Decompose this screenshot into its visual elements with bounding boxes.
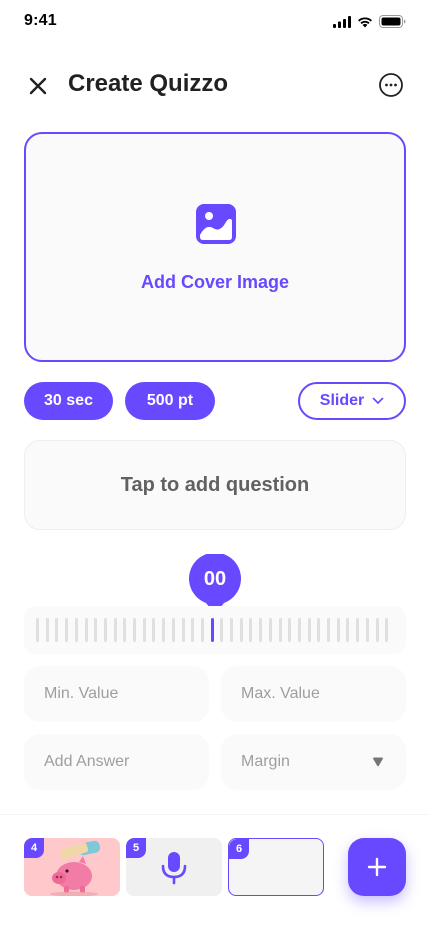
plus-icon: [367, 857, 387, 877]
slide-number-5: 5: [126, 838, 146, 858]
slider-tick: [278, 618, 282, 642]
add-answer-placeholder: Add Answer: [44, 753, 130, 770]
caret-down-icon: [373, 757, 383, 767]
slider-value-label: 00: [203, 568, 227, 590]
page-title: Create Quizzo: [68, 70, 229, 97]
slider-tick: [249, 618, 253, 642]
divider: [0, 814, 430, 815]
slider-tick: [288, 618, 292, 642]
slider-tick: [84, 618, 88, 642]
slider-tick: [142, 618, 146, 642]
slider-tick: [65, 618, 69, 642]
add-answer-field[interactable]: Add Answer: [24, 734, 209, 790]
wifi-icon: [358, 16, 372, 27]
close-icon: [29, 77, 47, 95]
status-time: 9:41: [24, 12, 57, 29]
slider-tick: [317, 618, 321, 642]
min-value-placeholder: Min. Value: [44, 685, 119, 702]
min-value-field[interactable]: Min. Value: [24, 666, 209, 722]
status-bar: 9:41: [0, 0, 430, 44]
time-limit-chip[interactable]: 30 sec: [24, 382, 113, 420]
cellular-signal-icon: [333, 15, 351, 28]
add-slide-button[interactable]: [348, 838, 406, 896]
close-button[interactable]: [24, 72, 52, 100]
slide-thumbnail-6[interactable]: 6: [228, 838, 324, 896]
chevron-down-icon: [372, 397, 384, 404]
slide-thumbnail-4[interactable]: 4: [24, 838, 120, 896]
slider-tick: [94, 618, 98, 642]
slider-track[interactable]: [24, 606, 406, 654]
points-label: 500 pt: [146, 392, 194, 409]
more-options-icon: [379, 73, 403, 97]
margin-dropdown[interactable]: Margin: [221, 734, 406, 790]
time-limit-label: 30 sec: [44, 392, 93, 409]
question-type-dropdown[interactable]: Slider: [298, 382, 406, 420]
slider-tick: [103, 618, 107, 642]
question-type-label: Slider: [319, 392, 365, 409]
slider-tick: [375, 618, 379, 642]
slider-tick: [45, 618, 49, 642]
slider-tick: [365, 618, 369, 642]
slide-thumbnail-5[interactable]: 5: [126, 838, 222, 896]
add-question-field[interactable]: Tap to add question: [24, 440, 406, 530]
slider-tick: [239, 618, 243, 642]
slider-value-pin[interactable]: 00: [189, 552, 241, 614]
slider-tick: [123, 618, 127, 642]
max-value-field[interactable]: Max. Value: [221, 666, 406, 722]
slide-number-4: 4: [24, 838, 44, 858]
slider-tick: [327, 618, 330, 642]
slider-tick: [259, 618, 263, 642]
slider-tick: [133, 618, 136, 642]
slider-tick: [36, 618, 39, 642]
slider-tick: [113, 618, 117, 642]
slider-tick: [385, 618, 389, 642]
slide-number-6: 6: [229, 839, 249, 859]
slider-tick: [152, 618, 156, 642]
slider-tick: [336, 618, 340, 642]
slider-tick: [55, 618, 59, 642]
slider-tick: [162, 618, 166, 642]
status-icons: [333, 15, 406, 28]
slider-tick: [171, 618, 175, 642]
battery-icon: [379, 15, 406, 28]
slider-tick: [346, 618, 350, 642]
slider-thumb-tick: [210, 618, 214, 642]
slider-tick: [181, 618, 185, 642]
slider-tick: [307, 618, 311, 642]
add-cover-image-label: Add Cover Image: [140, 272, 290, 292]
points-chip[interactable]: 500 pt: [125, 382, 215, 420]
slider-tick: [356, 618, 360, 642]
slider-tick: [268, 618, 272, 642]
slider-tick: [230, 618, 233, 642]
slider-tick: [74, 618, 78, 642]
image-icon: [196, 204, 236, 244]
add-cover-image-area[interactable]: Add Cover Image: [24, 132, 406, 362]
header: Create Quizzo: [0, 60, 430, 108]
slider-tick: [191, 618, 195, 642]
slider-tick: [297, 618, 301, 642]
question-placeholder: Tap to add question: [120, 473, 310, 496]
max-value-placeholder: Max. Value: [241, 685, 320, 702]
slider-tick: [200, 618, 204, 642]
slider-tick: [220, 618, 224, 642]
margin-placeholder: Margin: [241, 753, 290, 770]
more-options-button[interactable]: [378, 72, 404, 98]
